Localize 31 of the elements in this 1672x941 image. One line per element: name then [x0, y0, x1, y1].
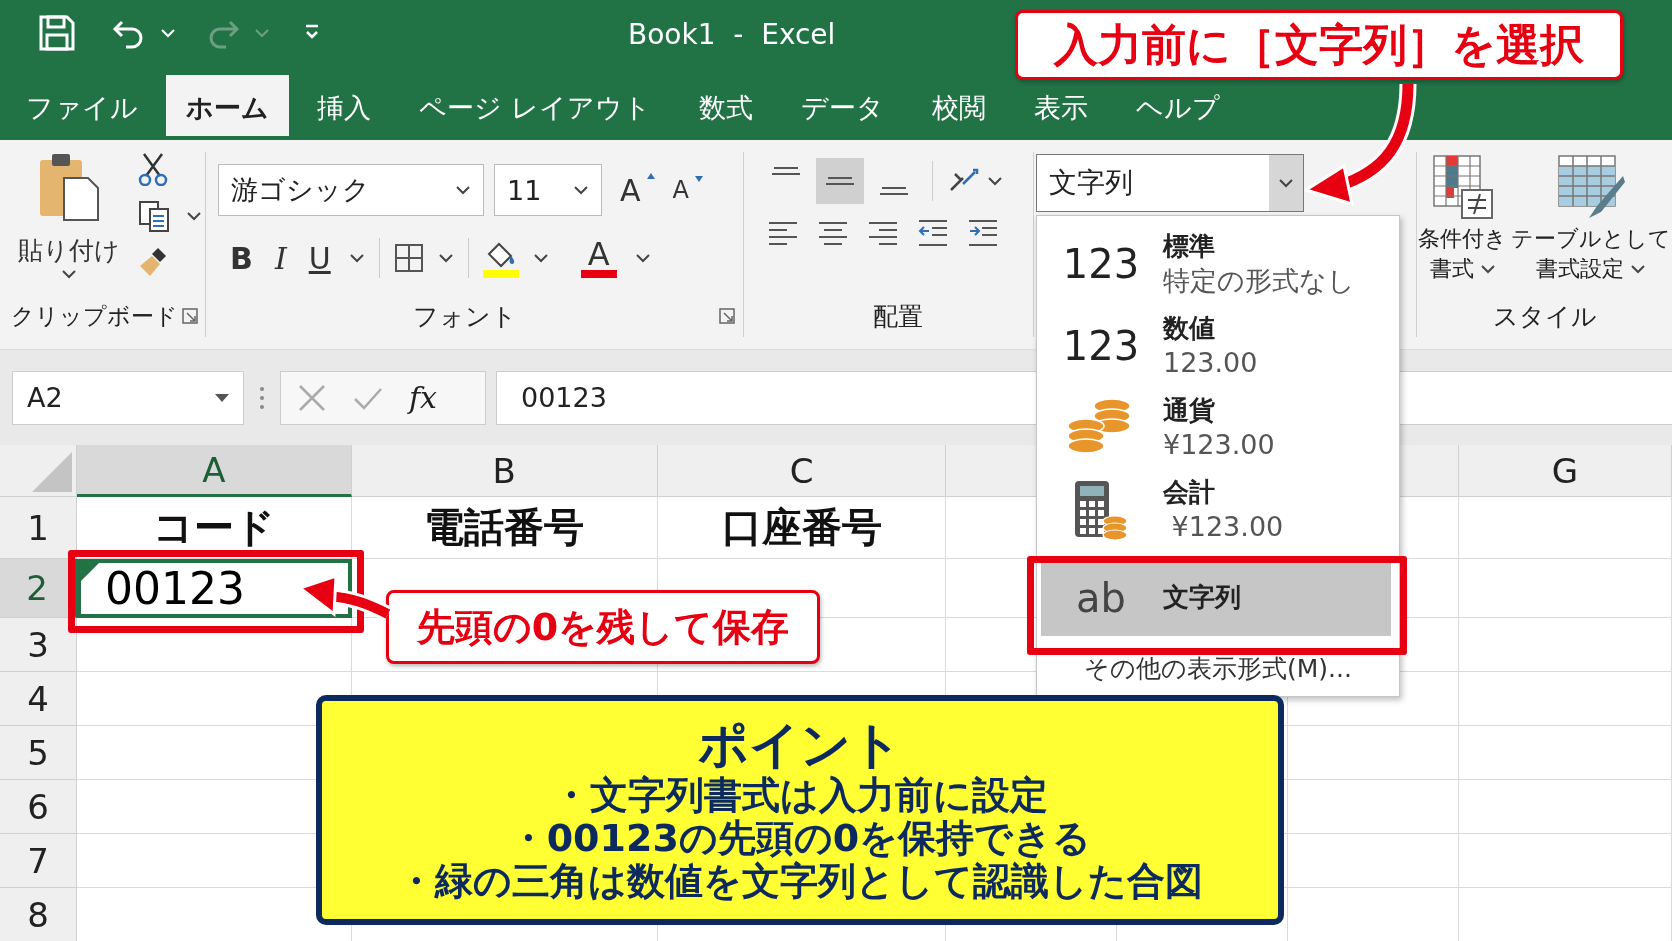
cell-value: 00123	[104, 562, 245, 614]
tip-text: ・文字列書式は入力前に設定	[552, 773, 1048, 817]
callout-tooltip: 先頭の0を残して保存	[386, 590, 820, 664]
group-label: クリップボード	[11, 301, 178, 331]
button-label: テーブルとして	[1511, 225, 1671, 253]
group-label: スタイル	[1491, 300, 1598, 333]
column-title: コード	[152, 503, 275, 552]
button-label: 書式設定	[1536, 254, 1624, 283]
callout-tooltip: 入力前に［文字列］を選択	[1015, 10, 1623, 80]
column-title: 口座番号	[721, 503, 882, 552]
format-name: 会計	[1163, 475, 1216, 509]
tip-text: ・緑の三角は数値を文字列として認識した合図	[397, 859, 1203, 903]
format-name: 標準	[1163, 229, 1216, 263]
tip-text: ・00123の先頭の0を保持できる	[508, 816, 1092, 860]
text-glyph: ab	[1076, 575, 1126, 621]
format-sample: 123.00	[1163, 346, 1258, 381]
window-title: Book1 - Excel	[628, 18, 836, 51]
format-sample: ¥123.00	[1170, 510, 1284, 545]
format-sample: ¥123.00	[1163, 428, 1275, 463]
button-label: 条件付き	[1418, 225, 1507, 253]
format-name: 数値	[1163, 311, 1216, 345]
number-glyph: 123	[1062, 241, 1140, 287]
format-name: 通貨	[1163, 393, 1216, 427]
button-label: 書式	[1429, 254, 1474, 283]
format-sample: 特定の形式なし	[1163, 264, 1355, 299]
format-name: 文字列	[1163, 581, 1241, 615]
group-label: 配置	[871, 300, 924, 333]
group-label: フォント	[411, 300, 518, 333]
tip-title: ポイント	[698, 717, 902, 774]
column-title: 電話番号	[424, 503, 585, 552]
number-glyph: 123	[1062, 323, 1140, 369]
